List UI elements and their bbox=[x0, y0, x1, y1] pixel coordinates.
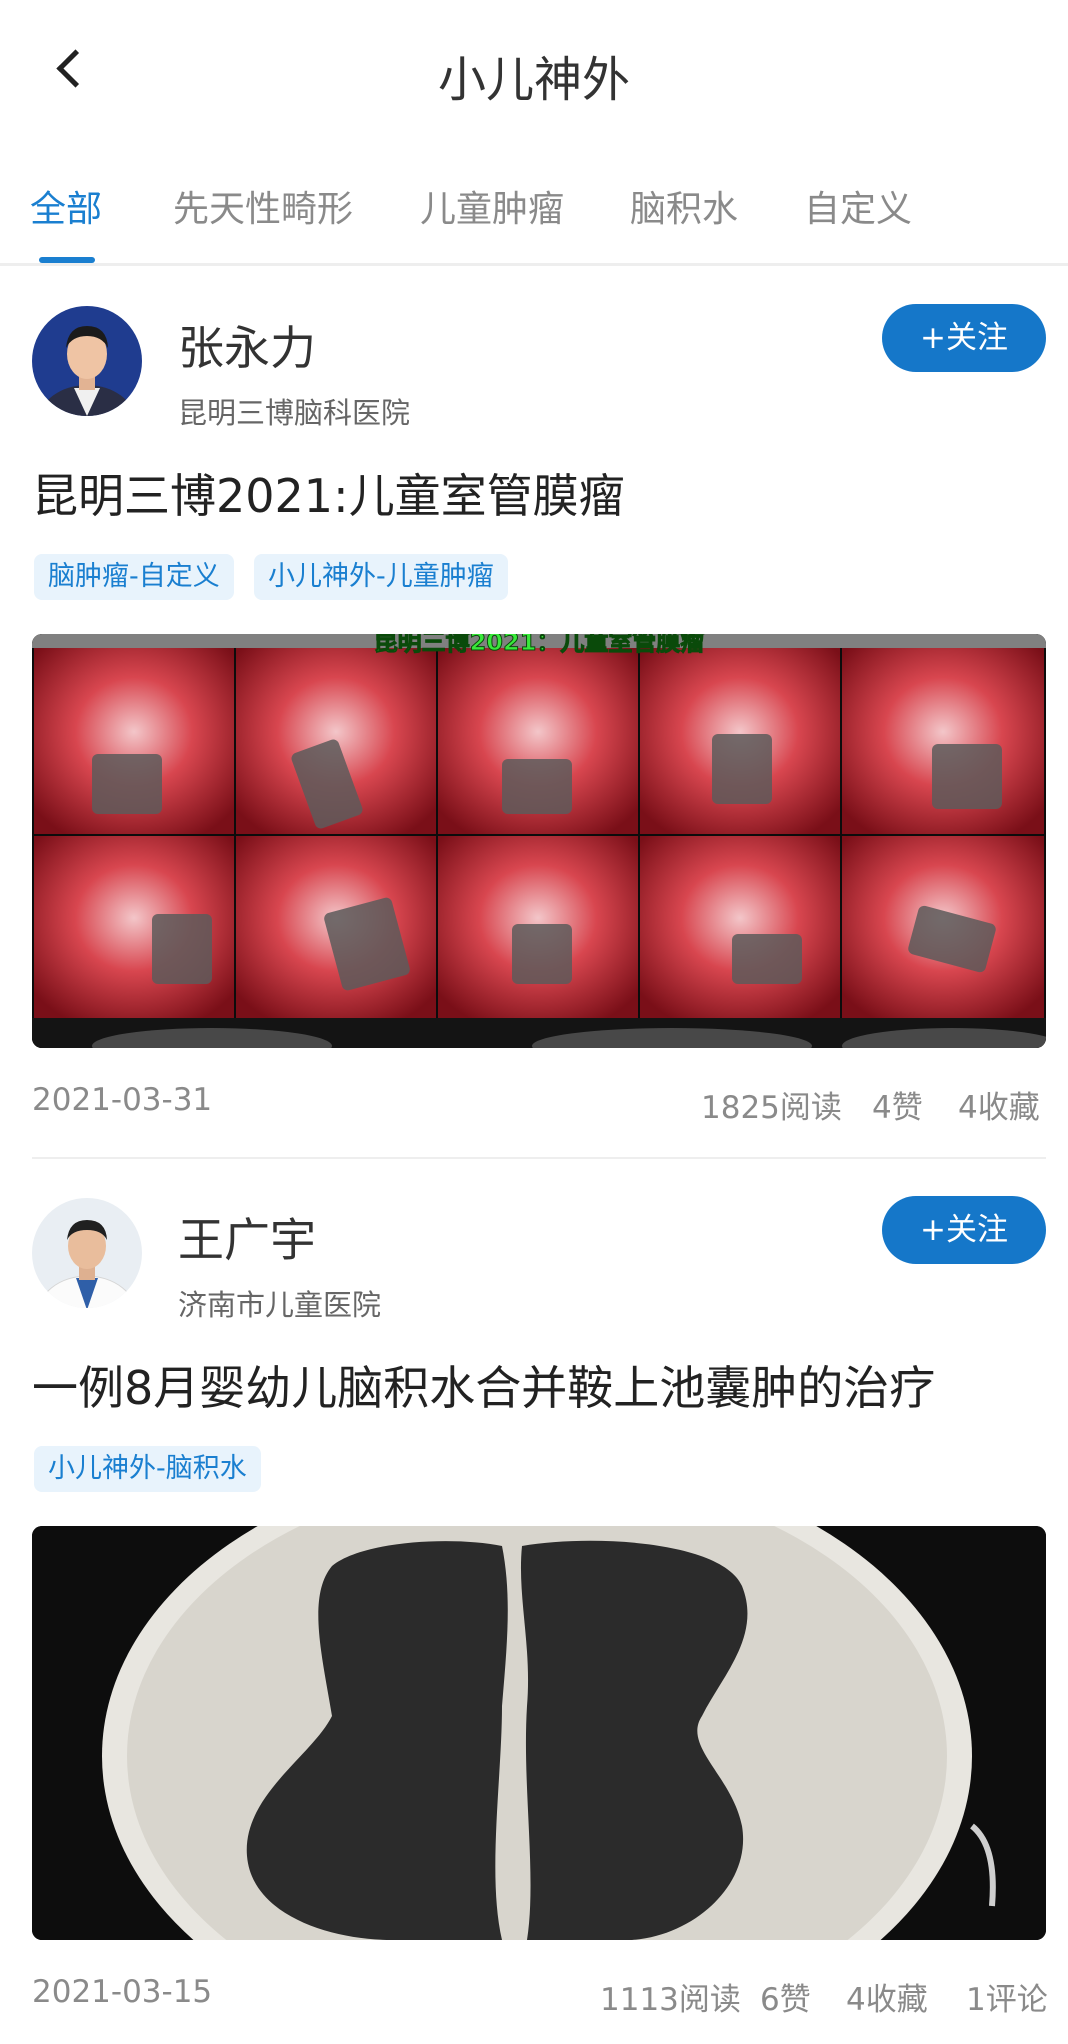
post-divider bbox=[32, 1157, 1046, 1159]
post-date: 2021-03-31 bbox=[32, 1082, 213, 1118]
tag[interactable]: 小儿神外-儿童肿瘤 bbox=[254, 554, 508, 600]
read-count: 1825阅读 bbox=[701, 1090, 842, 1126]
tab-all[interactable]: 全部 bbox=[30, 180, 102, 232]
post-date: 2021-03-15 bbox=[32, 1974, 213, 2010]
author-name[interactable]: 张永力 bbox=[178, 312, 316, 378]
tab-pediatric-tumor[interactable]: 儿童肿瘤 bbox=[420, 180, 564, 232]
avatar[interactable] bbox=[32, 306, 142, 416]
tag[interactable]: 脑肿瘤-自定义 bbox=[34, 554, 234, 600]
page-title: 小儿神外 bbox=[437, 52, 630, 108]
tab-custom[interactable]: 自定义 bbox=[804, 180, 912, 232]
top-bar: 小儿神外 bbox=[0, 0, 1068, 140]
image-caption: 昆明三博2021：儿童室管膜瘤 bbox=[374, 634, 705, 656]
favorite-count: 4收藏 bbox=[958, 1090, 1040, 1126]
tag[interactable]: 小儿神外-脑积水 bbox=[34, 1446, 261, 1492]
post-title[interactable]: 昆明三博2021:儿童室管膜瘤 bbox=[32, 460, 625, 526]
ct-scan-image[interactable] bbox=[32, 1526, 1046, 1940]
avatar[interactable] bbox=[32, 1198, 142, 1308]
category-tabs: 全部 先天性畸形 儿童肿瘤 脑积水 自定义 bbox=[0, 158, 1068, 266]
active-tab-indicator bbox=[39, 257, 95, 263]
comment-count: 1评论 bbox=[966, 1982, 1048, 2018]
follow-button[interactable]: +关注 bbox=[882, 304, 1046, 372]
like-count: 6赞 bbox=[760, 1982, 811, 2018]
tab-congenital-malformation[interactable]: 先天性畸形 bbox=[173, 180, 353, 232]
tab-hydrocephalus[interactable]: 脑积水 bbox=[630, 180, 738, 232]
post-title[interactable]: 一例8月婴幼儿脑积水合并鞍上池囊肿的治疗 bbox=[32, 1352, 935, 1418]
read-count: 1113阅读 bbox=[600, 1982, 741, 2018]
favorite-count: 4收藏 bbox=[846, 1982, 928, 2018]
follow-button[interactable]: +关注 bbox=[882, 1196, 1046, 1264]
hospital-name: 昆明三博脑科医院 bbox=[178, 396, 411, 430]
author-name[interactable]: 王广宇 bbox=[178, 1204, 316, 1270]
surgery-collage-image[interactable]: 昆明三博2021：儿童室管膜瘤 bbox=[32, 634, 1046, 1048]
like-count: 4赞 bbox=[872, 1090, 923, 1126]
hospital-name: 济南市儿童医院 bbox=[178, 1288, 382, 1322]
